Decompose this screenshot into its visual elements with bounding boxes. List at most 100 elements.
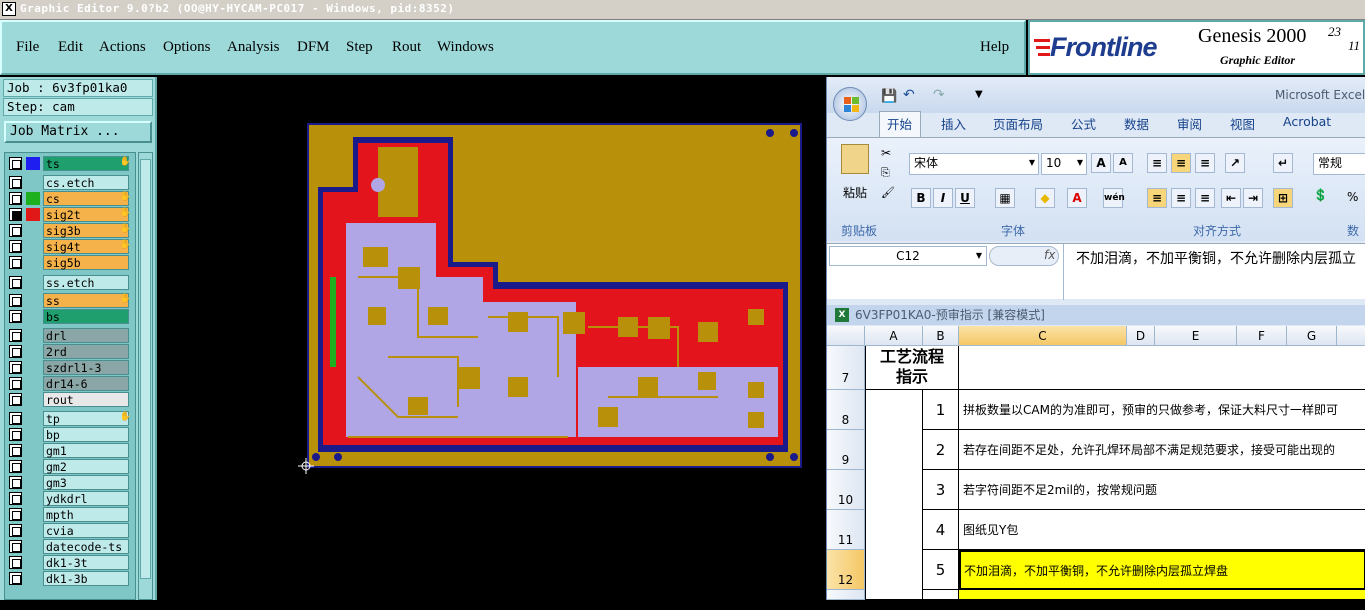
layer-row-dk1-3t[interactable]: dk1-3t bbox=[7, 555, 133, 570]
name-box[interactable]: C12 ▼ bbox=[829, 246, 987, 266]
step-number[interactable]: 5 bbox=[923, 550, 959, 590]
menu-windows[interactable]: Windows bbox=[437, 39, 494, 56]
col-header-b[interactable]: B bbox=[923, 326, 959, 346]
bold-button[interactable]: B bbox=[911, 188, 931, 208]
layer-checkbox[interactable] bbox=[9, 224, 22, 237]
step-number[interactable]: 2 bbox=[923, 430, 959, 470]
align-middle-icon[interactable]: ≡ bbox=[1171, 153, 1191, 173]
layer-row-mpth[interactable]: mpth bbox=[7, 507, 133, 522]
header-blank[interactable] bbox=[959, 346, 1365, 390]
borders-icon[interactable]: ▦ bbox=[995, 188, 1015, 208]
col-header-f[interactable]: F bbox=[1237, 326, 1287, 346]
wrap-text-icon[interactable]: ↵ bbox=[1273, 153, 1293, 173]
orientation-icon[interactable]: ↗ bbox=[1225, 153, 1245, 173]
layer-name[interactable]: ss.etch bbox=[43, 275, 129, 290]
layer-name[interactable]: mpth bbox=[43, 507, 129, 522]
tab-insert[interactable]: 插入 bbox=[941, 114, 966, 133]
align-right-icon[interactable]: ≡ bbox=[1195, 188, 1215, 208]
layer-row-szdrl1-3[interactable]: szdrl1-3 bbox=[7, 360, 133, 375]
layer-checkbox[interactable] bbox=[9, 508, 22, 521]
job-matrix-button[interactable]: Job Matrix ... bbox=[4, 121, 152, 143]
empty-cell[interactable] bbox=[959, 590, 1365, 600]
align-top-icon[interactable]: ≡ bbox=[1147, 153, 1167, 173]
layer-checkbox[interactable] bbox=[9, 294, 22, 307]
layer-name[interactable]: cvia bbox=[43, 523, 129, 538]
layer-list-scrollbar[interactable] bbox=[138, 152, 153, 600]
row-header-8[interactable]: 8 bbox=[827, 390, 865, 430]
layer-row-sig5b[interactable]: sig5b bbox=[7, 255, 133, 270]
layer-row-dr14-6[interactable]: dr14-6 bbox=[7, 376, 133, 391]
layer-row-2rd[interactable]: 2rd bbox=[7, 344, 133, 359]
increase-indent-icon[interactable]: ⇥ bbox=[1243, 188, 1263, 208]
layer-row-tp[interactable]: tp ✋ bbox=[7, 411, 133, 426]
menu-step[interactable]: Step bbox=[346, 39, 373, 56]
layer-checkbox[interactable] bbox=[9, 377, 22, 390]
layer-name[interactable]: sig2t bbox=[43, 207, 129, 222]
layer-row-ts[interactable]: ts ✋ bbox=[7, 156, 133, 171]
font-color-icon[interactable]: A bbox=[1067, 188, 1087, 208]
layer-checkbox[interactable] bbox=[9, 460, 22, 473]
menu-analysis[interactable]: Analysis bbox=[227, 39, 280, 56]
layer-row-sig3b[interactable]: sig3b ✋ bbox=[7, 223, 133, 238]
paste-icon[interactable] bbox=[841, 144, 869, 174]
layer-checkbox[interactable] bbox=[9, 556, 22, 569]
process-header[interactable]: 工艺流程 指示 bbox=[865, 346, 959, 390]
layer-checkbox[interactable] bbox=[9, 345, 22, 358]
number-format-combo[interactable]: 常规 bbox=[1313, 153, 1365, 175]
layer-name[interactable]: dk1-3b bbox=[43, 571, 129, 586]
paste-label[interactable]: 粘贴 bbox=[843, 184, 867, 201]
step-number[interactable]: 3 bbox=[923, 470, 959, 510]
layer-checkbox[interactable] bbox=[9, 361, 22, 374]
underline-button[interactable]: U bbox=[955, 188, 975, 208]
layer-row-cs[interactable]: cs ✋ bbox=[7, 191, 133, 206]
row-header-11[interactable]: 11 bbox=[827, 510, 865, 550]
layer-row-gm3[interactable]: gm3 bbox=[7, 475, 133, 490]
tab-home[interactable]: 开始 bbox=[887, 114, 912, 133]
align-bottom-icon[interactable]: ≡ bbox=[1195, 153, 1215, 173]
copy-icon[interactable]: ⎘ bbox=[881, 166, 890, 180]
layer-checkbox[interactable] bbox=[9, 256, 22, 269]
cut-icon[interactable]: ✂ bbox=[881, 146, 891, 160]
layer-name[interactable]: tp bbox=[43, 411, 129, 426]
layer-checkbox[interactable] bbox=[9, 176, 22, 189]
layer-row-cs-etch[interactable]: cs.etch bbox=[7, 175, 133, 190]
layer-name[interactable]: gm3 bbox=[43, 475, 129, 490]
layer-name[interactable]: ts bbox=[43, 156, 129, 171]
layer-name[interactable]: bs bbox=[43, 309, 129, 324]
font-size-combo[interactable]: 10 ▼ bbox=[1041, 153, 1087, 175]
layer-row-sig4t[interactable]: sig4t ✋ bbox=[7, 239, 133, 254]
col-header-e[interactable]: E bbox=[1155, 326, 1237, 346]
step-number[interactable]: 4 bbox=[923, 510, 959, 550]
layer-name[interactable]: dr14-6 bbox=[43, 376, 129, 391]
layer-checkbox[interactable] bbox=[9, 208, 22, 221]
menu-actions[interactable]: Actions bbox=[99, 39, 146, 56]
instruction-cell[interactable]: 拼板数量以CAM的为准即可，预审的只做参考，保证大料尺寸一样即可 bbox=[959, 390, 1365, 430]
graphic-canvas[interactable] bbox=[158, 77, 826, 600]
instruction-cell[interactable]: 若存在间距不足处，允许孔焊环局部不满足规范要求，接受可能出现的 bbox=[959, 430, 1365, 470]
layer-name[interactable]: rout bbox=[43, 392, 129, 407]
menu-rout[interactable]: Rout bbox=[392, 39, 421, 56]
layer-checkbox[interactable] bbox=[9, 428, 22, 441]
undo-icon[interactable]: ↶ bbox=[903, 87, 915, 103]
layer-checkbox[interactable] bbox=[9, 192, 22, 205]
layer-row-bs[interactable]: bs bbox=[7, 309, 133, 324]
layer-checkbox[interactable] bbox=[9, 476, 22, 489]
layer-checkbox[interactable] bbox=[9, 276, 22, 289]
layer-row-dk1-3b[interactable]: dk1-3b bbox=[7, 571, 133, 586]
tab-review[interactable]: 审阅 bbox=[1177, 114, 1202, 133]
format-painter-icon[interactable]: 🖌 bbox=[881, 186, 895, 199]
instruction-cell[interactable]: 图纸见Y包 bbox=[959, 510, 1365, 550]
layer-name[interactable]: cs bbox=[43, 191, 129, 206]
align-left-icon[interactable]: ≡ bbox=[1147, 188, 1167, 208]
italic-button[interactable]: I bbox=[933, 188, 953, 208]
tab-data[interactable]: 数据 bbox=[1124, 114, 1149, 133]
layer-row-drl[interactable]: drl bbox=[7, 328, 133, 343]
layer-checkbox[interactable] bbox=[9, 412, 22, 425]
row-header-13[interactable] bbox=[827, 590, 865, 600]
col-header-extra[interactable] bbox=[1337, 326, 1365, 346]
layer-row-sig2t[interactable]: sig2t ✋ bbox=[7, 207, 133, 222]
merge-center-icon[interactable]: ⊞ bbox=[1273, 188, 1293, 208]
font-name-combo[interactable]: 宋体 ▼ bbox=[909, 153, 1039, 175]
select-all-corner[interactable] bbox=[827, 326, 865, 346]
layer-row-ydkdrl[interactable]: ydkdrl bbox=[7, 491, 133, 506]
